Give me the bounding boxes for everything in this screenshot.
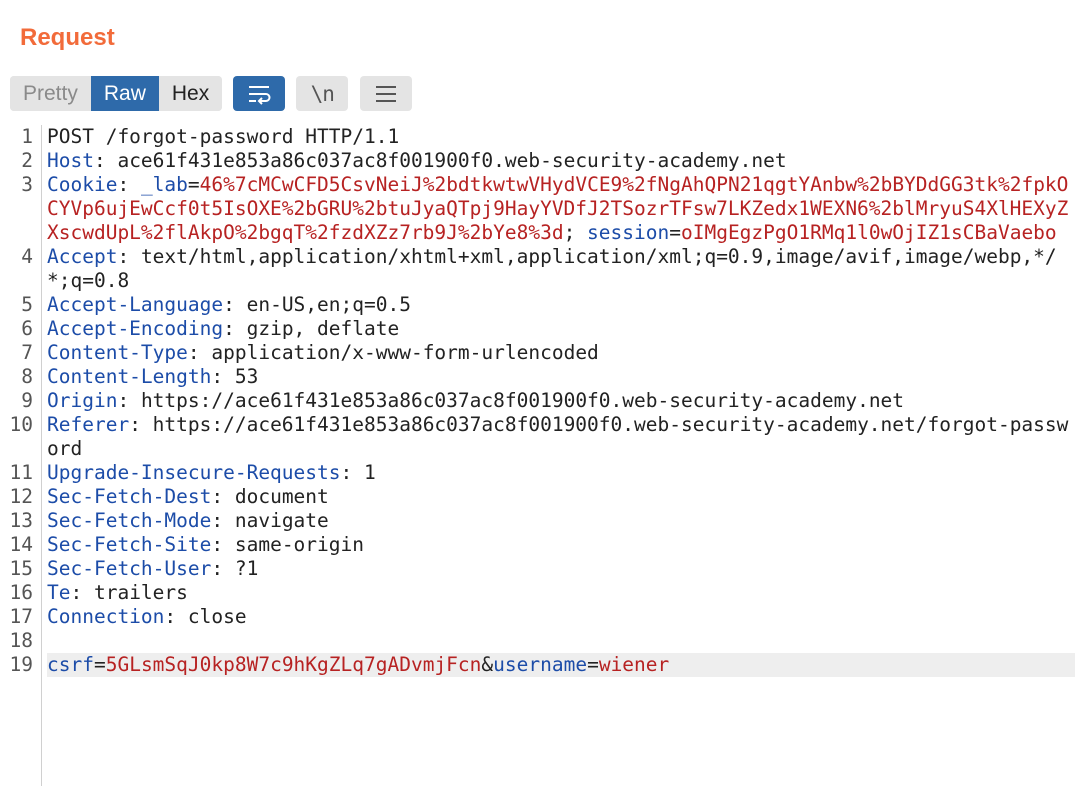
code-line: 13 Sec-Fetch-Mode: navigate <box>0 509 1088 533</box>
line-number: 9 <box>21 389 33 412</box>
code-line: 18 <box>0 629 1088 653</box>
header-name: Sec-Fetch-Site <box>47 533 212 556</box>
header-name: Accept <box>47 245 118 268</box>
line-number: 17 <box>9 605 33 628</box>
header-name: Host <box>47 149 94 172</box>
header-name: Accept-Encoding <box>47 317 224 340</box>
header-name: Accept-Language <box>47 293 224 316</box>
hamburger-menu-icon <box>376 85 397 102</box>
newline-icon: \n <box>310 81 335 106</box>
request-editor[interactable]: 1 POST /forgot-password HTTP/1.1 2 Host:… <box>0 125 1088 786</box>
header-value: close <box>187 605 247 628</box>
header-name: Sec-Fetch-Dest <box>47 485 212 508</box>
line-number: 3 <box>21 173 33 196</box>
line-number: 2 <box>21 149 33 172</box>
line-number: 6 <box>21 317 33 340</box>
code-line: 10 Referer: https://ace61f431e853a86c037… <box>0 413 1088 461</box>
header-value: same-origin <box>234 533 364 556</box>
header-value: ?1 <box>234 557 259 580</box>
header-name: Sec-Fetch-Mode <box>47 509 212 532</box>
tab-pretty[interactable]: Pretty <box>10 76 91 111</box>
gutter-divider <box>41 125 42 786</box>
code-line: 12 Sec-Fetch-Dest: document <box>0 485 1088 509</box>
wrap-lines-button[interactable] <box>233 76 286 111</box>
code-line: 1 POST /forgot-password HTTP/1.1 <box>0 125 1088 149</box>
line-number: 1 <box>21 125 33 148</box>
header-value: trailers <box>93 581 188 604</box>
line-number: 5 <box>21 293 33 316</box>
line-number: 4 <box>21 245 33 268</box>
code-line: 14 Sec-Fetch-Site: same-origin <box>0 533 1088 557</box>
code-line: 15 Sec-Fetch-User: ?1 <box>0 557 1088 581</box>
header-name: Referer <box>47 413 130 436</box>
header-value: document <box>234 485 329 508</box>
editor-toolbar: Pretty Raw Hex \n <box>10 76 413 111</box>
line-number: 11 <box>9 461 33 484</box>
header-value: en-US,en;q=0.5 <box>246 293 411 316</box>
header-name: Sec-Fetch-User <box>47 557 212 580</box>
param-name: csrf <box>47 653 94 676</box>
tab-raw[interactable]: Raw <box>90 76 159 111</box>
param-name: username <box>493 653 588 676</box>
menu-button[interactable] <box>360 76 413 111</box>
code-line: 7 Content-Type: application/x-www-form-u… <box>0 341 1088 365</box>
show-newlines-button[interactable]: \n <box>296 76 349 111</box>
code-line: 17 Connection: close <box>0 605 1088 629</box>
header-name: Connection <box>47 605 165 628</box>
param-value: 5GLsmSqJ0kp8W7c9hKgZLq7gADvmjFcn <box>105 653 482 676</box>
line-number: 7 <box>21 341 33 364</box>
header-name: Content-Type <box>47 341 188 364</box>
line-number: 8 <box>21 365 33 388</box>
code-line-current: 19 csrf=5GLsmSqJ0kp8W7c9hKgZLq7gADvmjFcn… <box>0 653 1088 677</box>
cookie-name: _lab <box>140 173 188 196</box>
code-line: 16 Te: trailers <box>0 581 1088 605</box>
header-value: 53 <box>234 365 259 388</box>
header-value: ace61f431e853a86c037ac8f001900f0.web-sec… <box>117 149 787 172</box>
line-number: 14 <box>9 533 33 556</box>
header-name: Te <box>47 581 71 604</box>
header-value: https://ace61f431e853a86c037ac8f001900f0… <box>140 389 905 412</box>
code-line: 4 Accept: text/html,application/xhtml+xm… <box>0 245 1088 293</box>
code-line: 6 Accept-Encoding: gzip, deflate <box>0 317 1088 341</box>
param-value: wiener <box>598 653 670 676</box>
line-number: 13 <box>9 509 33 532</box>
line-number: 15 <box>9 557 33 580</box>
code-line: 3 Cookie: _lab=46%7cMCwCFD5CsvNeiJ%2bdtk… <box>0 173 1088 245</box>
code-line: 9 Origin: https://ace61f431e853a86c037ac… <box>0 389 1088 413</box>
panel-title: Request <box>20 24 115 51</box>
header-value: application/x-www-form-urlencoded <box>211 341 599 364</box>
view-mode-tabs: Pretty Raw Hex <box>10 76 223 111</box>
cookie-name: session <box>587 221 670 244</box>
header-name: Upgrade-Insecure-Requests <box>47 461 341 484</box>
line-number: 18 <box>9 629 33 652</box>
request-line: POST /forgot-password HTTP/1.1 <box>47 125 400 148</box>
code-line: 5 Accept-Language: en-US,en;q=0.5 <box>0 293 1088 317</box>
header-name: Origin <box>47 389 118 412</box>
code-line: 2 Host: ace61f431e853a86c037ac8f001900f0… <box>0 149 1088 173</box>
line-number: 12 <box>9 485 33 508</box>
header-value: 1 <box>363 461 376 484</box>
header-value: gzip, deflate <box>246 317 400 340</box>
code-line: 8 Content-Length: 53 <box>0 365 1088 389</box>
wrap-lines-icon <box>249 85 271 105</box>
header-name: Content-Length <box>47 365 212 388</box>
code-line: 11 Upgrade-Insecure-Requests: 1 <box>0 461 1088 485</box>
header-value: navigate <box>234 509 329 532</box>
line-number: 16 <box>9 581 33 604</box>
cookie-value: oIMgEgzPgO1RMq1l0wOjIZ1sCBaVaebo <box>680 221 1057 244</box>
header-value: https://ace61f431e853a86c037ac8f001900f0… <box>47 413 1069 460</box>
header-name: Cookie <box>47 173 118 196</box>
line-number: 10 <box>9 413 33 436</box>
line-number: 19 <box>9 653 33 676</box>
header-value: text/html,application/xhtml+xml,applicat… <box>47 245 1057 292</box>
tab-hex[interactable]: Hex <box>158 76 223 111</box>
